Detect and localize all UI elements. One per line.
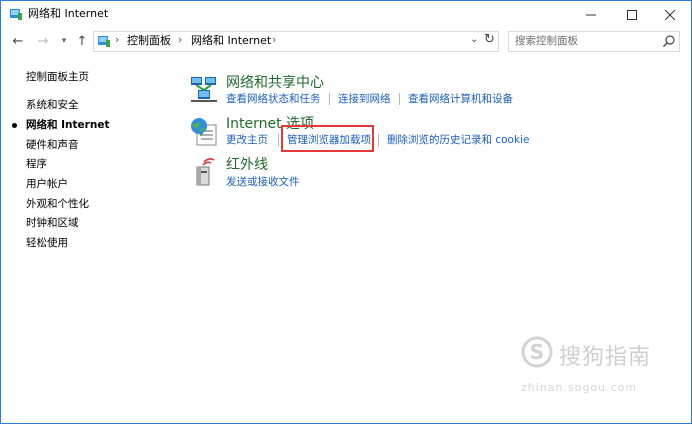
sidebar-item-ease-of-access[interactable]: 轻松使用 <box>26 236 68 250</box>
sogou-logo-icon: S <box>521 336 553 368</box>
link-view-network-status[interactable]: 查看网络状态和任务 <box>226 92 321 106</box>
forward-arrow-icon: → <box>37 33 49 49</box>
watermark-text: 搜狗指南 <box>559 345 652 370</box>
link-delete-browsing-history[interactable]: 删除浏览的历史记录和 cookie <box>387 133 529 147</box>
network-sharing-icon[interactable] <box>189 74 219 104</box>
minimize-icon <box>586 14 596 16</box>
link-divider <box>278 134 279 146</box>
recent-locations-button[interactable]: ▾ <box>56 33 72 49</box>
window-title: 网络和 Internet <box>28 7 109 20</box>
back-button[interactable]: ← <box>10 33 26 49</box>
search-icon[interactable] <box>662 34 676 48</box>
category-title-network-sharing[interactable]: 网络和共享中心 <box>226 74 324 92</box>
refresh-icon[interactable]: ↻ <box>484 32 495 47</box>
infrared-icon[interactable] <box>189 157 219 187</box>
search-box[interactable] <box>508 31 680 52</box>
highlight-annotation-box <box>281 125 374 152</box>
control-panel-window: 网络和 Internet ← → ▾ ↑ › 控制面板 › 网络和 Intern… <box>0 0 692 424</box>
sidebar-item-system-security[interactable]: 系统和安全 <box>26 98 79 112</box>
link-divider <box>329 93 330 105</box>
control-panel-app-icon <box>10 9 22 20</box>
category-title-infrared[interactable]: 红外线 <box>226 156 268 174</box>
breadcrumb-separator-icon[interactable]: › <box>115 33 119 46</box>
link-divider <box>378 134 379 146</box>
link-view-network-computers[interactable]: 查看网络计算机和设备 <box>408 92 513 106</box>
up-arrow-icon: ↑ <box>76 33 88 49</box>
back-arrow-icon: ← <box>12 33 24 49</box>
breadcrumb-control-panel[interactable]: 控制面板 <box>127 34 171 48</box>
close-icon <box>665 10 675 20</box>
address-dropdown-icon[interactable]: ⌄ <box>470 34 478 45</box>
sidebar-item-network-internet[interactable]: 网络和 Internet <box>26 118 109 132</box>
up-button[interactable]: ↑ <box>74 33 90 49</box>
maximize-icon <box>627 10 637 20</box>
sidebar-item-appearance[interactable]: 外观和个性化 <box>26 197 89 211</box>
breadcrumb-separator-icon[interactable]: › <box>178 33 182 46</box>
address-bar[interactable]: › 控制面板 › 网络和 Internet › ⌄ ↻ <box>93 31 499 52</box>
maximize-button[interactable] <box>615 1 649 29</box>
search-input[interactable] <box>515 34 655 48</box>
link-connect-to-network[interactable]: 连接到网络 <box>338 92 391 106</box>
close-button[interactable] <box>653 1 687 29</box>
watermark-url: zhinan.sogou.com <box>521 381 638 394</box>
chevron-down-icon: ▾ <box>61 36 67 46</box>
link-send-receive-files[interactable]: 发送或接收文件 <box>226 175 300 189</box>
svg-text:S: S <box>530 340 544 364</box>
sidebar-item-hardware-sound[interactable]: 硬件和声音 <box>26 138 79 152</box>
breadcrumb-separator-icon[interactable]: › <box>272 33 276 46</box>
minimize-button[interactable] <box>574 1 608 29</box>
breadcrumb-network-internet[interactable]: 网络和 Internet <box>191 34 271 48</box>
internet-options-icon[interactable] <box>189 117 219 147</box>
sidebar-item-programs[interactable]: 程序 <box>26 157 47 171</box>
sidebar-item-user-accounts[interactable]: 用户帐户 <box>26 177 68 191</box>
sidebar-item-clock-region[interactable]: 时钟和区域 <box>26 216 79 230</box>
control-panel-icon <box>98 36 110 47</box>
link-divider <box>399 93 400 105</box>
sidebar-item-control-panel-home[interactable]: 控制面板主页 <box>26 70 89 84</box>
forward-button[interactable]: → <box>35 33 51 49</box>
current-item-bullet-icon <box>12 123 17 128</box>
link-change-homepage[interactable]: 更改主页 <box>226 133 268 147</box>
navigation-bar: ← → ▾ ↑ › 控制面板 › 网络和 Internet › ⌄ ↻ <box>1 29 691 55</box>
title-bar: 网络和 Internet <box>1 1 691 29</box>
